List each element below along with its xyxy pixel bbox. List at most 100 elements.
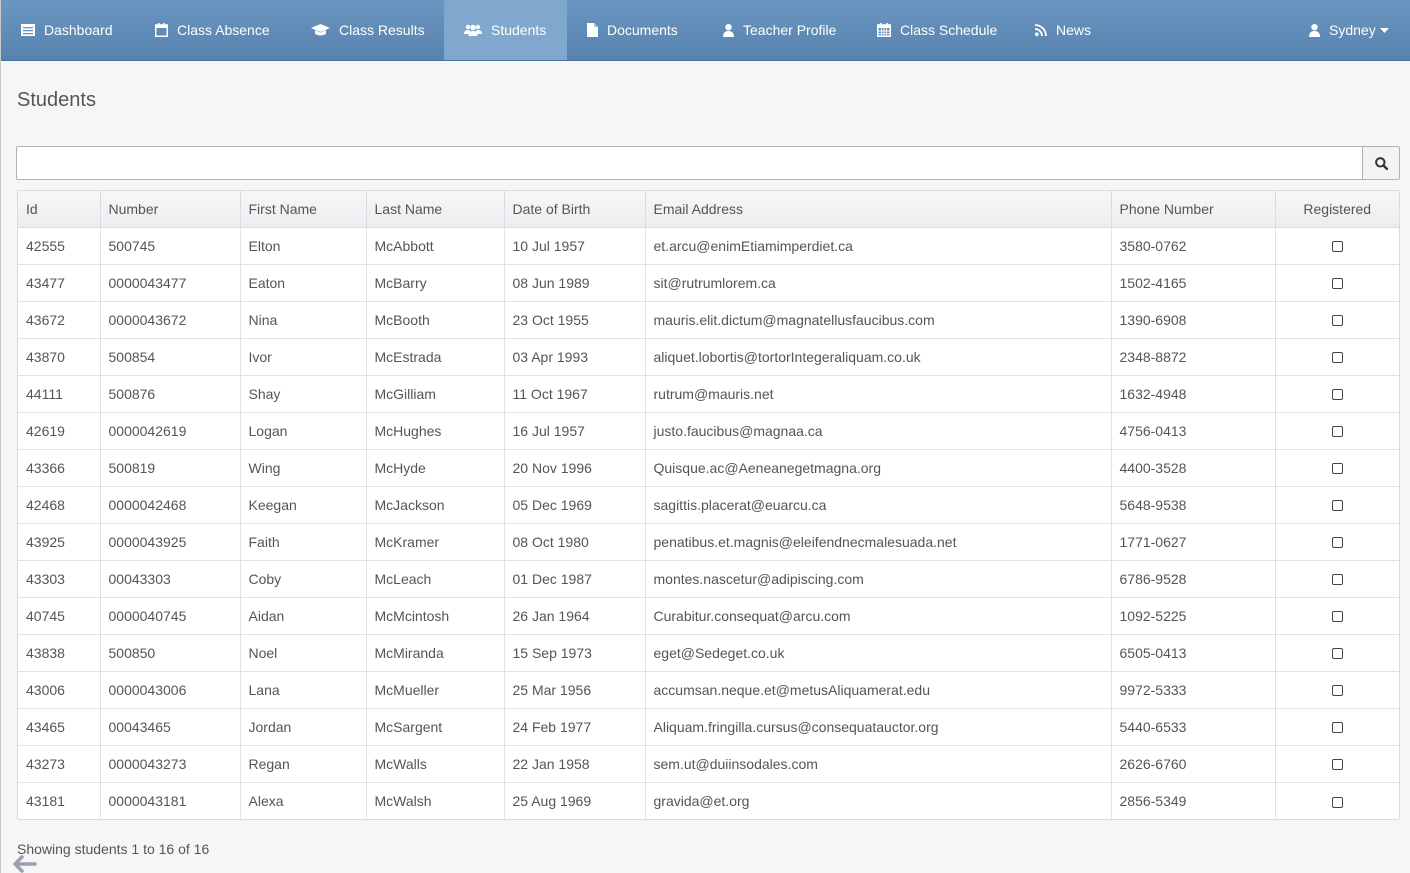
registered-checkbox[interactable] xyxy=(1331,759,1343,771)
column-header-last-name[interactable]: Last Name xyxy=(366,191,505,228)
table-row[interactable]: 42468 0000042468 Keegan McJackson 05 Dec 196… xyxy=(18,486,1399,524)
cell-number: 500850 xyxy=(100,634,241,672)
cell-phone: 4400-3528 xyxy=(1111,449,1276,487)
table-row[interactable]: 43465 00043465 Jordan McSargent 24 Feb 1977 A… xyxy=(18,708,1399,746)
cell-number: 0000040745 xyxy=(100,597,241,635)
table-row[interactable]: 43838 500850 Noel McMiranda 15 Sep 1973 eget@… xyxy=(18,634,1399,672)
cell-registered xyxy=(1275,301,1399,339)
cell-number: 500745 xyxy=(100,227,241,265)
registered-checkbox[interactable] xyxy=(1331,537,1343,549)
calendar-icon xyxy=(155,23,168,37)
nav-item-class-absence[interactable]: Class Absence xyxy=(135,0,289,60)
registered-checkbox[interactable] xyxy=(1331,722,1343,734)
column-header-date-of-birth[interactable]: Date of Birth xyxy=(504,191,646,228)
dashboard-icon xyxy=(21,24,35,36)
table-row[interactable]: 43006 0000043006 Lana McMueller 25 Mar 1956 a… xyxy=(18,671,1399,709)
cell-last-name: McKramer xyxy=(366,523,505,561)
cell-phone: 1502-4165 xyxy=(1111,264,1276,302)
registered-checkbox[interactable] xyxy=(1331,574,1343,586)
table-row[interactable]: 43672 0000043672 Nina McBooth 23 Oct 1955 mau… xyxy=(18,301,1399,339)
column-header-email[interactable]: Email Address xyxy=(645,191,1112,228)
column-header-id[interactable]: Id xyxy=(18,191,101,228)
registered-checkbox[interactable] xyxy=(1331,463,1343,475)
table-header-row: Id Number First Name Last Name Date of B… xyxy=(18,191,1399,228)
cell-first-name: Coby xyxy=(240,560,367,598)
nav-item-teacher-profile[interactable]: Teacher Profile xyxy=(703,0,857,60)
nav-item-dashboard[interactable]: Dashboard xyxy=(1,0,134,60)
cell-id: 44111 xyxy=(18,375,101,413)
cell-first-name: Logan xyxy=(240,412,367,450)
cell-email: penatibus.et.magnis@eleifendnecmalesuada… xyxy=(645,523,1112,561)
cell-date-of-birth: 24 Feb 1977 xyxy=(504,708,646,746)
cell-phone: 1092-5225 xyxy=(1111,597,1276,635)
table-row[interactable]: 40745 0000040745 Aidan McMcintosh 26 Jan 196… xyxy=(18,597,1399,635)
nav-item-students[interactable]: Students xyxy=(444,0,567,60)
nav-item-news[interactable]: News xyxy=(1015,0,1113,60)
cell-date-of-birth: 16 Jul 1957 xyxy=(504,412,646,450)
nav-item-class-results[interactable]: Class Results xyxy=(291,0,443,60)
calendar-grid-icon xyxy=(877,23,891,37)
column-header-registered[interactable]: Registered xyxy=(1275,191,1399,228)
cell-id: 40745 xyxy=(18,597,101,635)
table-row[interactable]: 44111 500876 Shay McGilliam 11 Oct 1967 rutru… xyxy=(18,375,1399,413)
cell-first-name: Noel xyxy=(240,634,367,672)
cell-registered xyxy=(1275,523,1399,561)
table-row[interactable]: 43925 0000043925 Faith McKramer 08 Oct 1980 p… xyxy=(18,523,1399,561)
cell-phone: 6786-9528 xyxy=(1111,560,1276,598)
cell-date-of-birth: 25 Mar 1956 xyxy=(504,671,646,709)
column-header-number[interactable]: Number xyxy=(100,191,241,228)
cell-email: et.arcu@enimEtiamimperdiet.ca xyxy=(645,227,1112,265)
nav-label-teacher-profile: Teacher Profile xyxy=(743,22,837,38)
registered-checkbox[interactable] xyxy=(1331,315,1343,327)
registered-checkbox[interactable] xyxy=(1331,500,1343,512)
column-header-phone[interactable]: Phone Number xyxy=(1111,191,1276,228)
table-row[interactable]: 43273 0000043273 Regan McWalls 22 Jan 1958 se… xyxy=(18,745,1399,783)
cell-last-name: McBooth xyxy=(366,301,505,339)
registered-checkbox[interactable] xyxy=(1331,611,1343,623)
table-body: 42555 500745 Elton McAbbott 10 Jul 1957 et.ar… xyxy=(18,227,1399,819)
cell-first-name: Nina xyxy=(240,301,367,339)
cell-first-name: Lana xyxy=(240,671,367,709)
user-menu[interactable]: Sydney xyxy=(1289,0,1399,60)
cell-number: 0000043006 xyxy=(100,671,241,709)
back-arrow-icon[interactable] xyxy=(13,855,37,873)
registered-checkbox[interactable] xyxy=(1331,685,1343,697)
registered-checkbox[interactable] xyxy=(1331,241,1343,253)
cell-id: 43006 xyxy=(18,671,101,709)
column-header-first-name[interactable]: First Name xyxy=(240,191,367,228)
table-row[interactable]: 43477 0000043477 Eaton McBarry 08 Jun 1989 si… xyxy=(18,264,1399,302)
table-row[interactable]: 43181 0000043181 Alexa McWalsh 25 Aug 1969 gr… xyxy=(18,782,1399,819)
cell-date-of-birth: 23 Oct 1955 xyxy=(504,301,646,339)
cell-date-of-birth: 25 Aug 1969 xyxy=(504,782,646,819)
table-row[interactable]: 42619 0000042619 Logan McHughes 16 Jul 1957 j… xyxy=(18,412,1399,450)
table-row[interactable]: 43870 500854 Ivor McEstrada 03 Apr 1993 aliqu… xyxy=(18,338,1399,376)
search-button[interactable] xyxy=(1362,146,1400,180)
nav-item-documents[interactable]: Documents xyxy=(567,0,703,60)
cell-phone: 2856-5349 xyxy=(1111,782,1276,819)
cell-number: 0000043477 xyxy=(100,264,241,302)
cell-first-name: Keegan xyxy=(240,486,367,524)
nav-label-students: Students xyxy=(491,22,547,38)
cell-email: Quisque.ac@Aeneanegetmagna.org xyxy=(645,449,1112,487)
registered-checkbox[interactable] xyxy=(1331,426,1343,438)
cell-email: Aliquam.fringilla.cursus@consequatauctor… xyxy=(645,708,1112,746)
table-row[interactable]: 42555 500745 Elton McAbbott 10 Jul 1957 et.ar… xyxy=(18,227,1399,265)
user-menu-label: Sydney xyxy=(1329,22,1376,38)
cell-registered xyxy=(1275,708,1399,746)
registered-checkbox[interactable] xyxy=(1331,352,1343,364)
table-row[interactable]: 43303 00043303 Coby McLeach 01 Dec 1987 monte… xyxy=(18,560,1399,598)
table-row[interactable]: 43366 500819 Wing McHyde 20 Nov 1996 Quisque.… xyxy=(18,449,1399,487)
cell-first-name: Regan xyxy=(240,745,367,783)
registered-checkbox[interactable] xyxy=(1331,278,1343,290)
cell-last-name: McHughes xyxy=(366,412,505,450)
cell-email: montes.nascetur@adipiscing.com xyxy=(645,560,1112,598)
registered-checkbox[interactable] xyxy=(1331,389,1343,401)
registered-checkbox[interactable] xyxy=(1331,796,1343,808)
registered-checkbox[interactable] xyxy=(1331,648,1343,660)
cell-registered xyxy=(1275,412,1399,450)
nav-label-class-absence: Class Absence xyxy=(177,22,270,38)
cell-id: 43870 xyxy=(18,338,101,376)
nav-item-class-schedule[interactable]: Class Schedule xyxy=(857,0,1015,60)
search-input[interactable] xyxy=(16,146,1362,180)
cell-date-of-birth: 11 Oct 1967 xyxy=(504,375,646,413)
